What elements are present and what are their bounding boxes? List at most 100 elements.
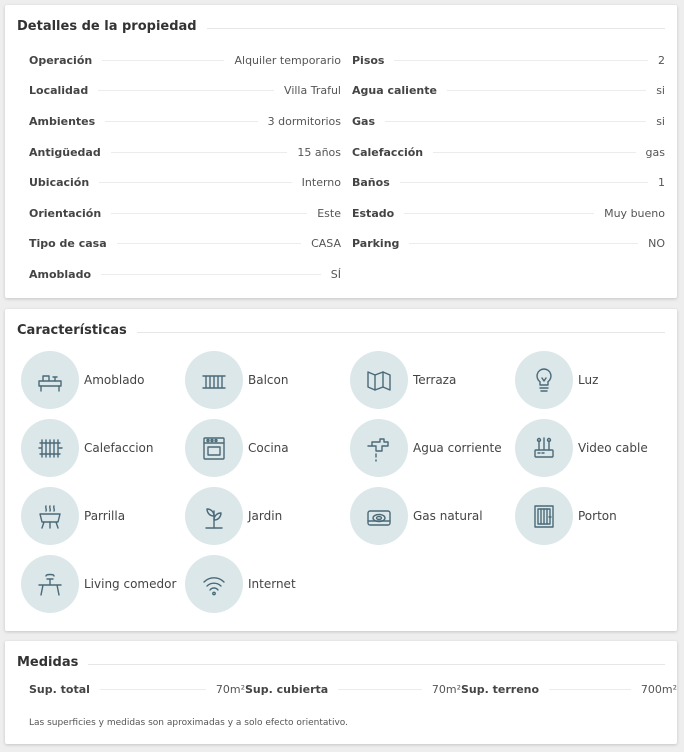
feature-label: Porton xyxy=(578,509,617,523)
measures-row: Sup. total 70m² Sup. cubierta 70m² Sup. terr… xyxy=(29,683,677,696)
measure-key: Sup. total xyxy=(29,683,90,696)
detail-key: Estado xyxy=(352,206,395,220)
detail-row: Orientación Este xyxy=(29,198,341,229)
detail-value: Villa Traful xyxy=(284,84,341,98)
feature-label: Terraza xyxy=(413,373,457,387)
feature-label: Jardin xyxy=(248,509,283,523)
feature-label: Calefaccion xyxy=(84,441,154,455)
detail-value: Muy bueno xyxy=(604,206,665,220)
detail-dotted-line xyxy=(116,243,302,245)
measures-header: Medidas xyxy=(17,655,665,670)
detail-row: Estado Muy bueno xyxy=(352,198,665,229)
feature-item: Living comedor xyxy=(21,554,181,614)
detail-row: Calefacción gas xyxy=(352,137,665,168)
detail-key: Ambientes xyxy=(29,114,96,128)
measures-title: Medidas xyxy=(17,655,79,670)
detail-key: Pisos xyxy=(352,53,385,67)
measures-note: Las superficies y medidas son aproximada… xyxy=(29,718,348,728)
balcony-icon xyxy=(185,351,243,409)
detail-dotted-line xyxy=(101,273,321,275)
feature-item: Balcon xyxy=(185,350,345,410)
feature-item: Porton xyxy=(515,486,675,546)
measure-dotted-line xyxy=(549,689,631,690)
title-divider xyxy=(136,331,665,333)
measure-value: 700m² xyxy=(640,683,677,696)
dining-table-icon xyxy=(21,555,79,613)
feature-item: Amoblado xyxy=(21,350,181,410)
gate-icon xyxy=(515,487,573,545)
detail-key: Agua caliente xyxy=(352,84,437,98)
measure-item: Sup. terreno 700m² xyxy=(461,683,677,696)
measure-dotted-line xyxy=(338,689,422,690)
details-left-column: Operación Alquiler temporario Localidad Vil… xyxy=(29,45,341,290)
features-card: Características Amoblado Balcon Terraza Luz… xyxy=(5,309,677,631)
detail-row: Gas si xyxy=(352,106,665,137)
detail-key: Tipo de casa xyxy=(29,237,107,251)
features-title: Características xyxy=(17,323,127,338)
measure-dotted-line xyxy=(99,689,206,690)
detail-row: Localidad Villa Traful xyxy=(29,76,341,107)
measure-key: Sup. terreno xyxy=(461,683,540,696)
measure-value: 70m² xyxy=(215,683,245,696)
plant-icon xyxy=(185,487,243,545)
feature-item: Parrilla xyxy=(21,486,181,546)
detail-key: Localidad xyxy=(29,84,89,98)
detail-value: si xyxy=(656,114,665,128)
feature-label: Balcon xyxy=(248,373,289,387)
radiator-icon xyxy=(21,419,79,477)
detail-value: CASA xyxy=(311,237,341,251)
cable-icon xyxy=(515,419,573,477)
detail-dotted-line xyxy=(102,59,225,61)
measure-value: 70m² xyxy=(431,683,461,696)
details-right-column: Pisos 2 Agua caliente si Gas si Calefacción gas… xyxy=(352,45,665,259)
lightbulb-icon xyxy=(515,351,573,409)
detail-dotted-line xyxy=(404,212,595,214)
features-header: Características xyxy=(17,323,665,338)
detail-key: Operación xyxy=(29,53,93,67)
feature-item: Agua corriente xyxy=(350,418,510,478)
detail-value: gas xyxy=(645,145,665,159)
detail-row: Tipo de casa CASA xyxy=(29,229,341,260)
feature-item: Gas natural xyxy=(350,486,510,546)
measure-item: Sup. cubierta 70m² xyxy=(245,683,461,696)
detail-key: Amoblado xyxy=(29,267,92,281)
feature-label: Internet xyxy=(248,577,296,591)
detail-dotted-line xyxy=(399,182,648,184)
detail-value: Interno xyxy=(301,176,341,190)
title-divider xyxy=(206,27,665,29)
detail-key: Orientación xyxy=(29,206,102,220)
measure-item: Sup. total 70m² xyxy=(29,683,245,696)
detail-key: Parking xyxy=(352,237,400,251)
detail-dotted-line xyxy=(105,120,258,122)
detail-row: Baños 1 xyxy=(352,167,665,198)
gas-burner-icon xyxy=(350,487,408,545)
furniture-icon xyxy=(21,351,79,409)
detail-dotted-line xyxy=(433,151,636,153)
feature-label: Living comedor xyxy=(84,577,177,591)
feature-item: Cocina xyxy=(185,418,345,478)
detail-row: Antigüedad 15 años xyxy=(29,137,341,168)
detail-value: 15 años xyxy=(297,145,341,159)
details-title: Detalles de la propiedad xyxy=(17,19,197,34)
feature-item: Luz xyxy=(515,350,675,410)
measures-card: Medidas Sup. total 70m² Sup. cubierta 70m² S… xyxy=(5,641,677,744)
detail-dotted-line xyxy=(394,59,648,61)
feature-label: Video cable xyxy=(578,441,648,455)
details-header: Detalles de la propiedad xyxy=(17,19,665,34)
detail-dotted-line xyxy=(385,120,647,122)
property-details-card: Detalles de la propiedad Operación Alquil… xyxy=(5,5,677,298)
detail-value: Este xyxy=(317,206,341,220)
feature-label: Agua corriente xyxy=(413,441,502,455)
detail-row: Ambientes 3 dormitorios xyxy=(29,106,341,137)
feature-label: Parrilla xyxy=(84,509,126,523)
detail-dotted-line xyxy=(446,90,647,92)
detail-dotted-line xyxy=(111,212,308,214)
detail-value: si xyxy=(656,84,665,98)
detail-value: SÍ xyxy=(330,267,341,281)
faucet-icon xyxy=(350,419,408,477)
detail-dotted-line xyxy=(99,182,292,184)
detail-key: Ubicación xyxy=(29,176,90,190)
detail-value: 3 dormitorios xyxy=(267,114,341,128)
detail-value: 2 xyxy=(658,53,665,67)
detail-value: 1 xyxy=(658,176,665,190)
